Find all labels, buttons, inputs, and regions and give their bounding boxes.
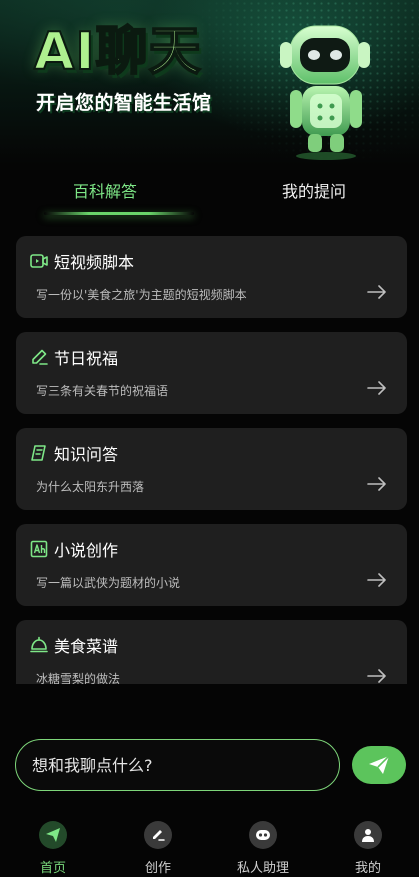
prompt-card-recipes[interactable]: 美食菜谱 冰糖雪梨的做法 (16, 620, 407, 684)
arrow-right-icon (367, 477, 386, 491)
card-description: 为什么太阳东升西落 (36, 480, 145, 494)
nav-item-profile[interactable]: 我的 (333, 821, 403, 876)
book-icon (31, 445, 46, 461)
tab-encyclopedia[interactable]: 百科解答 (73, 178, 137, 202)
assistant-icon (249, 821, 277, 849)
card-title: 节日祝福 (54, 349, 119, 368)
dish-icon (30, 636, 48, 653)
arrow-right-icon (367, 573, 386, 587)
bottom-navigation: 首页 创作 私人助理 我的 (0, 815, 419, 877)
tab-bar: 百科解答 我的提问 (0, 170, 419, 220)
robot-mascot-icon (280, 25, 370, 160)
user-icon (354, 821, 382, 849)
nav-item-home[interactable]: 首页 (18, 821, 88, 876)
card-description: 写一篇以武侠为题材的小说 (36, 576, 181, 590)
nav-label: 私人助理 (236, 861, 289, 876)
nav-item-create[interactable]: 创作 (123, 821, 193, 876)
novel-icon (30, 540, 48, 558)
hero-banner: AI聊天 开启您的智能生活馆 (0, 0, 419, 165)
card-title: 知识问答 (54, 445, 119, 464)
card-description: 冰糖雪梨的做法 (36, 672, 121, 684)
nav-label: 我的 (354, 861, 381, 876)
arrow-right-icon (367, 669, 386, 683)
arrow-right-icon (367, 381, 386, 395)
prompt-card-novel-writing[interactable]: 小说创作 写一篇以武侠为题材的小说 (16, 524, 407, 606)
video-icon (30, 254, 48, 268)
nav-label: 创作 (144, 861, 171, 876)
chat-input[interactable] (32, 752, 322, 778)
send-button[interactable] (352, 746, 406, 784)
prompt-card-list[interactable]: 短视频脚本 写一份以'美食之旅'为主题的短视频脚本 节日祝福 写三条有关春节的祝… (16, 236, 407, 684)
card-description: 写一份以'美食之旅'为主题的短视频脚本 (36, 288, 247, 302)
edit-icon (144, 821, 172, 849)
prompt-card-festival-wishes[interactable]: 节日祝福 写三条有关春节的祝福语 (16, 332, 407, 414)
app-title: AI聊天 (33, 21, 202, 83)
nav-label: 首页 (39, 861, 66, 876)
card-description: 写三条有关春节的祝福语 (36, 384, 169, 398)
active-tab-indicator (44, 212, 194, 215)
card-title: 美食菜谱 (54, 637, 119, 656)
paper-plane-icon (369, 755, 390, 774)
send-icon (39, 821, 67, 849)
card-title: 小说创作 (54, 541, 119, 560)
pen-icon (32, 349, 48, 365)
tab-my-questions[interactable]: 我的提问 (282, 178, 346, 202)
prompt-card-video-script[interactable]: 短视频脚本 写一份以'美食之旅'为主题的短视频脚本 (16, 236, 407, 318)
prompt-card-knowledge-qa[interactable]: 知识问答 为什么太阳东升西落 (16, 428, 407, 510)
card-title: 短视频脚本 (54, 253, 135, 272)
app-subtitle: 开启您的智能生活馆 (36, 92, 212, 114)
chat-input-container (15, 739, 340, 791)
nav-item-assistant[interactable]: 私人助理 (228, 821, 298, 876)
arrow-right-icon (367, 285, 386, 299)
